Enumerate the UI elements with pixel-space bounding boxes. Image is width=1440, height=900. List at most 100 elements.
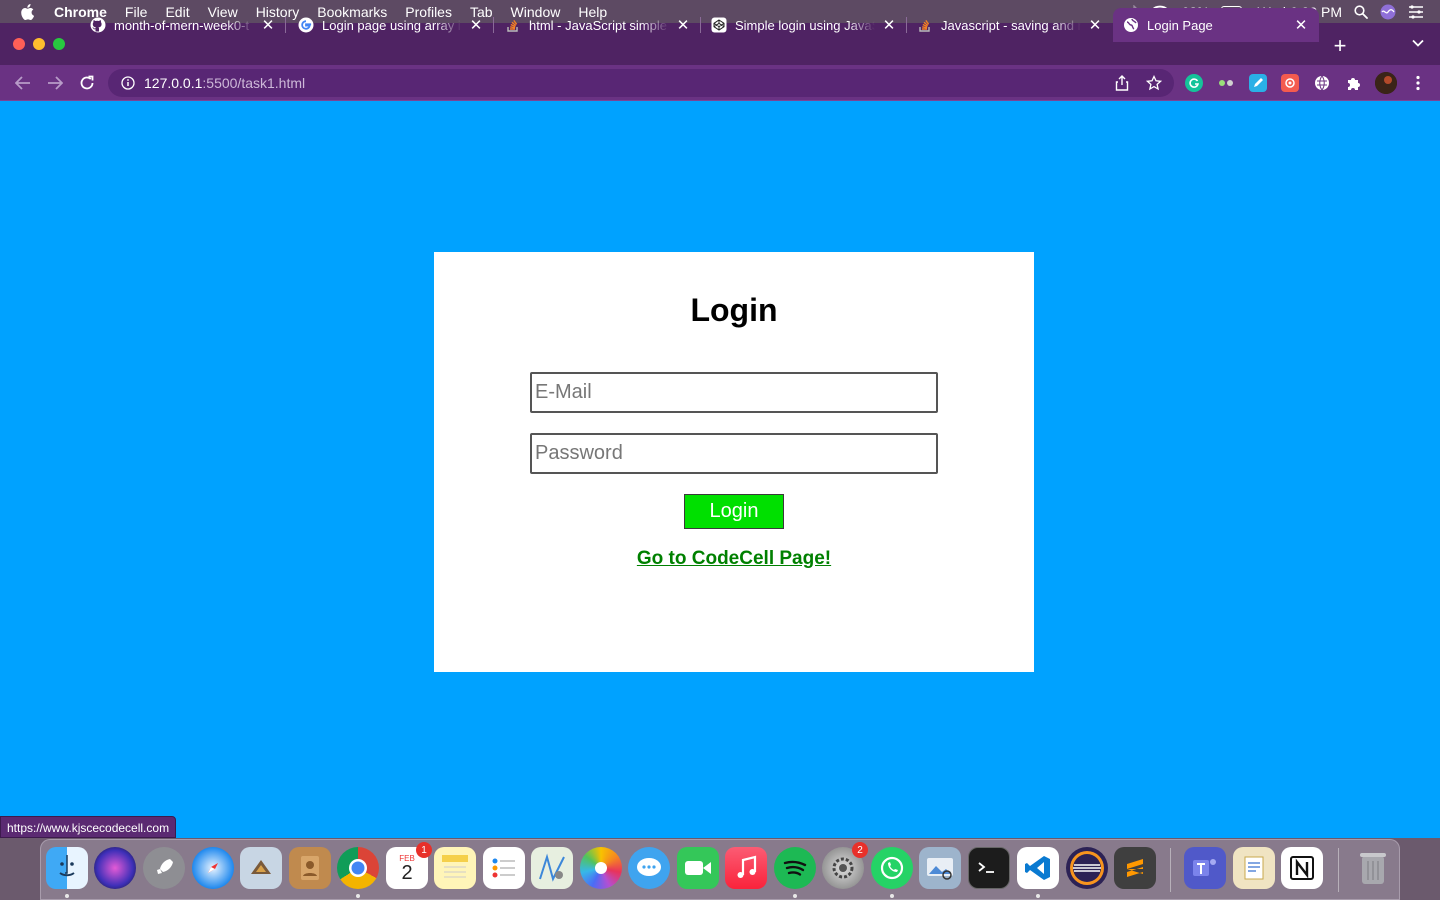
stackoverflow-icon xyxy=(505,17,521,33)
tab-title: Javascript - saving and n xyxy=(941,17,1081,33)
notes-app-icon[interactable] xyxy=(434,847,476,889)
close-tab-icon[interactable]: ✕ xyxy=(675,16,691,34)
system-preferences-gear-icon[interactable]: 2 xyxy=(822,842,868,889)
dock-separator xyxy=(1170,848,1171,892)
login-card: Login Login Go to CodeCell Page! xyxy=(434,252,1034,672)
calendar-day: 2 xyxy=(401,861,413,884)
running-indicator xyxy=(356,894,360,898)
login-heading: Login xyxy=(690,292,778,328)
google-icon xyxy=(298,17,314,33)
apple-menu-icon[interactable] xyxy=(0,3,54,20)
reminders-app-icon[interactable] xyxy=(483,847,525,889)
close-window-button[interactable] xyxy=(13,38,25,50)
tab-search-chevron-icon[interactable] xyxy=(1408,33,1428,53)
messenger-app-icon[interactable] xyxy=(628,847,670,889)
vscode-app-icon[interactable] xyxy=(1017,847,1059,889)
capture-extension-icon[interactable] xyxy=(1281,74,1299,92)
close-tab-icon[interactable]: ✕ xyxy=(468,16,484,34)
email-input[interactable] xyxy=(530,372,938,413)
address-host: 127.0.0.1 xyxy=(144,75,203,91)
reload-icon[interactable] xyxy=(77,73,97,93)
password-input[interactable] xyxy=(530,433,938,474)
maximize-window-button[interactable] xyxy=(53,38,65,50)
pen-extension-icon[interactable] xyxy=(1249,74,1267,92)
running-indicator xyxy=(793,894,797,898)
codecell-page-link[interactable]: Go to CodeCell Page! xyxy=(434,548,1034,570)
siri-app-icon[interactable] xyxy=(94,847,136,889)
status-bubble-url: https://www.kjscecodecell.com xyxy=(0,816,177,838)
notion-app-icon[interactable] xyxy=(1281,847,1323,889)
preview-app-icon[interactable] xyxy=(919,847,961,889)
browser-tab-active[interactable]: Login Page ✕ xyxy=(1113,8,1319,42)
maps-app-icon[interactable] xyxy=(531,847,573,889)
eclipse-app-icon[interactable] xyxy=(1066,847,1108,889)
sublime-text-app-icon[interactable] xyxy=(1114,847,1156,889)
launchpad-rocket-icon[interactable] xyxy=(143,847,185,889)
running-indicator xyxy=(65,894,69,898)
tab-title: Simple login using JavaS xyxy=(735,17,875,33)
web-extension-icon[interactable] xyxy=(1313,74,1331,92)
tab-title: html - JavaScript simple xyxy=(529,17,667,33)
login-button[interactable]: Login xyxy=(684,494,784,529)
codepen-icon xyxy=(711,17,727,33)
tab-separator xyxy=(285,17,286,33)
extensions-puzzle-icon[interactable] xyxy=(1345,74,1363,92)
stackoverflow-icon xyxy=(917,17,933,33)
globe-icon xyxy=(1123,17,1139,33)
share-icon[interactable] xyxy=(1114,75,1130,91)
address-bar[interactable]: 127.0.0.1:5500/task1.html xyxy=(108,69,1174,97)
chrome-app-icon[interactable] xyxy=(337,847,379,889)
siri-icon[interactable] xyxy=(1380,4,1396,20)
github-icon xyxy=(90,17,106,33)
trash-icon[interactable] xyxy=(1352,847,1394,889)
new-tab-button[interactable]: + xyxy=(1330,33,1350,59)
forward-arrow-icon[interactable] xyxy=(45,73,65,93)
address-url: 127.0.0.1:5500/task1.html xyxy=(144,75,305,91)
tab-title: Login Page xyxy=(1147,17,1213,33)
teams-app-icon[interactable] xyxy=(1184,847,1226,889)
spotlight-search-icon[interactable] xyxy=(1354,4,1368,19)
terminal-app-icon[interactable] xyxy=(968,847,1010,889)
browser-tab[interactable]: month-of-mern-week0-t ✕ xyxy=(80,8,286,42)
bookmark-star-icon[interactable] xyxy=(1146,75,1162,91)
browser-tab[interactable]: Javascript - saving and n ✕ xyxy=(907,8,1113,42)
spotify-app-icon[interactable] xyxy=(774,847,816,889)
safari-compass-icon[interactable] xyxy=(192,847,234,889)
browser-tab[interactable]: html - JavaScript simple ✕ xyxy=(495,8,701,42)
finder-icon[interactable] xyxy=(46,847,88,889)
eyes-extension-icon[interactable] xyxy=(1217,74,1235,92)
site-info-icon[interactable] xyxy=(120,75,136,91)
close-tab-icon[interactable]: ✕ xyxy=(1087,16,1103,34)
page-viewport: Login Login Go to CodeCell Page! xyxy=(0,101,1440,838)
close-tab-icon[interactable]: ✕ xyxy=(1293,16,1309,34)
dock-separator xyxy=(1338,848,1339,892)
music-app-icon[interactable] xyxy=(725,847,767,889)
tab-title: month-of-mern-week0-t xyxy=(114,17,250,33)
calendar-notification-badge: 1 xyxy=(416,842,432,858)
whatsapp-app-icon[interactable] xyxy=(871,847,913,889)
back-arrow-icon[interactable] xyxy=(13,73,33,93)
address-path: :5500/task1.html xyxy=(202,75,306,91)
grammarly-extension-icon[interactable] xyxy=(1185,74,1203,92)
control-center-icon[interactable] xyxy=(1408,4,1424,19)
window-controls xyxy=(13,38,65,50)
close-tab-icon[interactable]: ✕ xyxy=(260,16,276,34)
contacts-icon[interactable] xyxy=(289,847,331,889)
documents-app-icon[interactable] xyxy=(1233,847,1275,889)
minimize-window-button[interactable] xyxy=(33,38,45,50)
chrome-menu-kebab-icon[interactable] xyxy=(1409,74,1427,92)
close-tab-icon[interactable]: ✕ xyxy=(881,16,897,34)
profile-avatar[interactable] xyxy=(1375,72,1397,94)
calendar-app-icon[interactable]: FEB 2 1 xyxy=(386,842,432,889)
running-indicator xyxy=(1036,894,1040,898)
browser-toolbar: 127.0.0.1:5500/task1.html xyxy=(0,65,1440,101)
mail-eagle-icon[interactable] xyxy=(240,847,282,889)
browser-tab[interactable]: Simple login using JavaS ✕ xyxy=(701,8,907,42)
tab-title: Login page using array in xyxy=(322,17,462,33)
facetime-app-icon[interactable] xyxy=(677,847,719,889)
tab-separator xyxy=(493,17,494,33)
settings-notification-badge: 2 xyxy=(852,842,868,858)
running-indicator xyxy=(890,894,894,898)
photos-app-icon[interactable] xyxy=(580,847,622,889)
browser-tab[interactable]: Login page using array in ✕ xyxy=(288,8,494,42)
